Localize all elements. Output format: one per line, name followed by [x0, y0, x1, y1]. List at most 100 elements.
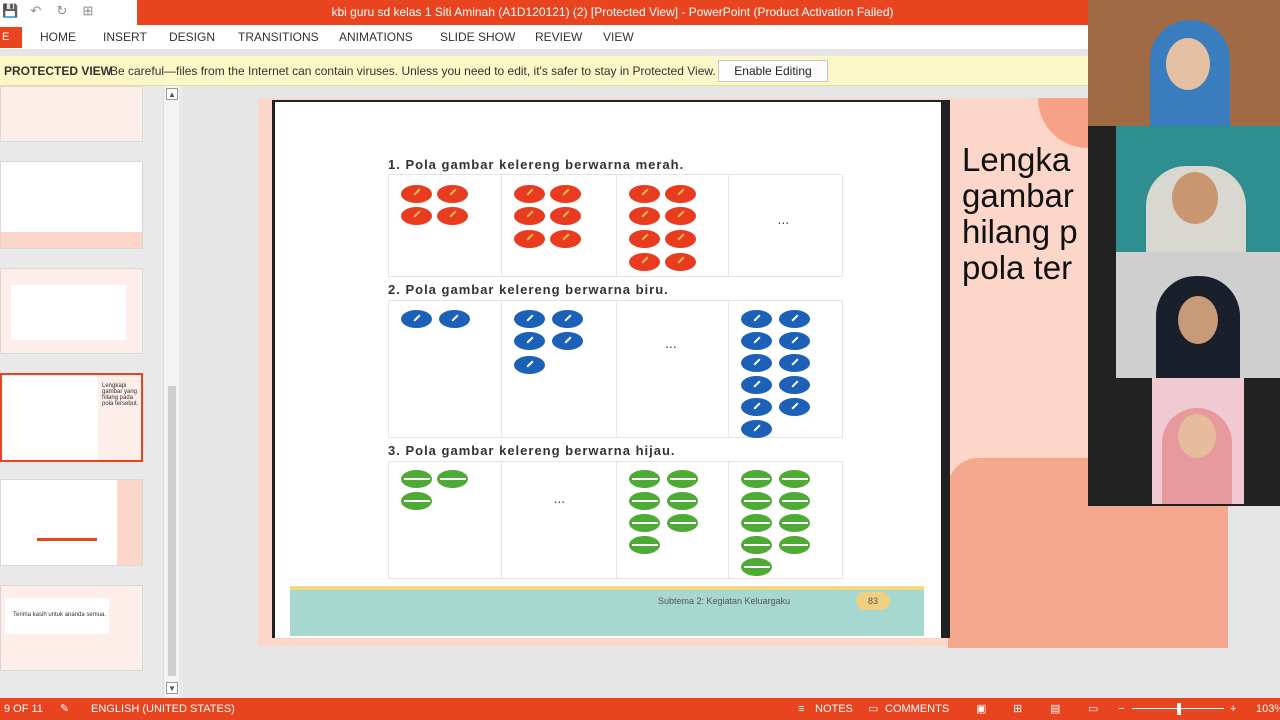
marble-green [666, 492, 698, 510]
marble-green [401, 470, 432, 488]
marble-green [779, 514, 811, 532]
slide-thumbnail-5[interactable] [0, 86, 143, 142]
slide-canvas[interactable]: 1. Pola gambar kelereng berwarna merah. [258, 98, 1228, 648]
marble-green [628, 492, 660, 510]
ribbon-tabs: E HOME INSERT DESIGN TRANSITIONS ANIMATI… [0, 25, 1088, 50]
pattern-cell [389, 175, 502, 276]
marble-green [666, 514, 698, 532]
marble-green [401, 492, 432, 510]
tab-review[interactable]: REVIEW [535, 25, 582, 50]
missing-pattern-dots: ... [553, 490, 566, 506]
marble-green [666, 470, 698, 488]
redo-icon[interactable]: ↻ [54, 3, 70, 19]
slideshow-icon[interactable]: ▭ [1088, 698, 1098, 720]
thumbnail-decor [1, 232, 142, 248]
notes-icon[interactable]: ≡ [798, 698, 804, 720]
notes-button[interactable]: NOTES [815, 698, 853, 720]
participant-video-3[interactable] [1116, 252, 1280, 378]
tab-transitions[interactable]: TRANSITIONS [238, 25, 319, 50]
pattern-cell [389, 301, 502, 437]
marble-blue [513, 356, 545, 374]
pattern-cell [617, 462, 730, 578]
zoom-slider-thumb[interactable] [1177, 703, 1181, 715]
normal-view-icon[interactable]: ▣ [976, 698, 986, 720]
marble-red [628, 207, 660, 225]
undo-icon[interactable]: ↶ [28, 3, 44, 19]
thumbnail-text: Lengkapi gambar yang hilang pada pola te… [102, 383, 139, 407]
thumbnails-scrollbar[interactable]: ▲ ▼ [163, 86, 179, 698]
marble-red [628, 230, 660, 248]
participant-face [1172, 172, 1218, 224]
marble-green [779, 536, 811, 554]
marble-green [741, 536, 773, 554]
spellcheck-icon[interactable]: ✎ [60, 698, 69, 720]
marble-green [741, 470, 773, 488]
tab-animations[interactable]: ANIMATIONS [339, 25, 413, 50]
save-icon[interactable]: 💾 [2, 3, 18, 19]
marble-green [437, 470, 468, 488]
zoom-level[interactable]: 103% [1256, 698, 1280, 720]
participant-video-4[interactable] [1152, 378, 1244, 504]
participant-video-2[interactable] [1116, 126, 1280, 252]
slide-thumbnail-10[interactable]: Terima kasih untuk ananda semua. [0, 585, 143, 671]
participant-video-1[interactable] [1088, 0, 1280, 126]
marble-green [741, 514, 773, 532]
pattern-cell [502, 301, 617, 437]
comments-button[interactable]: COMMENTS [885, 698, 949, 720]
slide-thumbnail-6[interactable] [0, 161, 143, 249]
marble-red [437, 185, 468, 203]
thumbnail-decor [2, 375, 98, 460]
slide-thumbnail-9[interactable] [0, 479, 143, 566]
present-icon[interactable]: ⊞ [80, 3, 96, 19]
tab-file[interactable]: E [0, 27, 22, 48]
slide-thumbnail-7[interactable] [0, 268, 143, 354]
marble-blue [779, 332, 811, 350]
marble-red [513, 230, 545, 248]
marble-green [779, 492, 811, 510]
scroll-up-icon[interactable]: ▲ [166, 88, 178, 100]
question-1: 1. Pola gambar kelereng berwarna merah. [388, 157, 685, 172]
worksheet-footer: Subtema 2: Kegiatan Keluargaku 83 [290, 586, 924, 636]
marble-blue [513, 310, 545, 328]
instruction-line: pola ter [962, 249, 1073, 286]
marble-blue [779, 310, 811, 328]
marble-red [401, 207, 432, 225]
thumbnail-text: Terima kasih untuk ananda semua. [13, 612, 107, 618]
marble-red [664, 253, 696, 271]
pattern-cell [502, 175, 617, 276]
scroll-down-icon[interactable]: ▼ [166, 682, 178, 694]
marble-blue [401, 310, 432, 328]
pattern-cell-missing: ... [729, 175, 842, 276]
marble-red [664, 185, 696, 203]
marble-red [513, 185, 545, 203]
marble-blue [741, 376, 773, 394]
marble-red [628, 253, 660, 271]
quick-access-toolbar: 💾 ↶ ↻ ⊞ [2, 3, 96, 19]
language-indicator[interactable]: ENGLISH (UNITED STATES) [91, 698, 235, 720]
pattern-row-red: ... [388, 174, 843, 277]
zoom-out-icon[interactable]: − [1118, 698, 1124, 720]
thumbnail-decor [11, 285, 126, 340]
marble-blue [741, 332, 773, 350]
thumbnail-decor [37, 538, 97, 541]
instruction-line: gambar [962, 177, 1074, 214]
tab-view[interactable]: VIEW [603, 25, 634, 50]
slide-thumbnail-8-selected[interactable]: Lengkapi gambar yang hilang pada pola te… [0, 373, 143, 462]
slide-sorter-icon[interactable]: ⊞ [1013, 698, 1022, 720]
tab-insert[interactable]: INSERT [103, 25, 147, 50]
participant-face [1166, 38, 1210, 90]
marble-blue [439, 310, 470, 328]
page-number: 83 [856, 592, 890, 610]
zoom-in-icon[interactable]: + [1230, 698, 1236, 720]
reading-view-icon[interactable]: ▤ [1050, 698, 1060, 720]
scrollbar-thumb[interactable] [168, 386, 176, 676]
enable-editing-button[interactable]: Enable Editing [718, 60, 828, 82]
marble-blue [551, 310, 583, 328]
tab-slide-show[interactable]: SLIDE SHOW [440, 25, 515, 50]
comments-icon[interactable]: ▭ [868, 698, 878, 720]
missing-pattern-dots: ... [664, 335, 677, 351]
window-title: kbi guru sd kelas 1 Siti Aminah (A1D1201… [331, 5, 894, 19]
tab-home[interactable]: HOME [40, 25, 76, 50]
video-call-panel [1088, 0, 1280, 506]
tab-design[interactable]: DESIGN [169, 25, 215, 50]
